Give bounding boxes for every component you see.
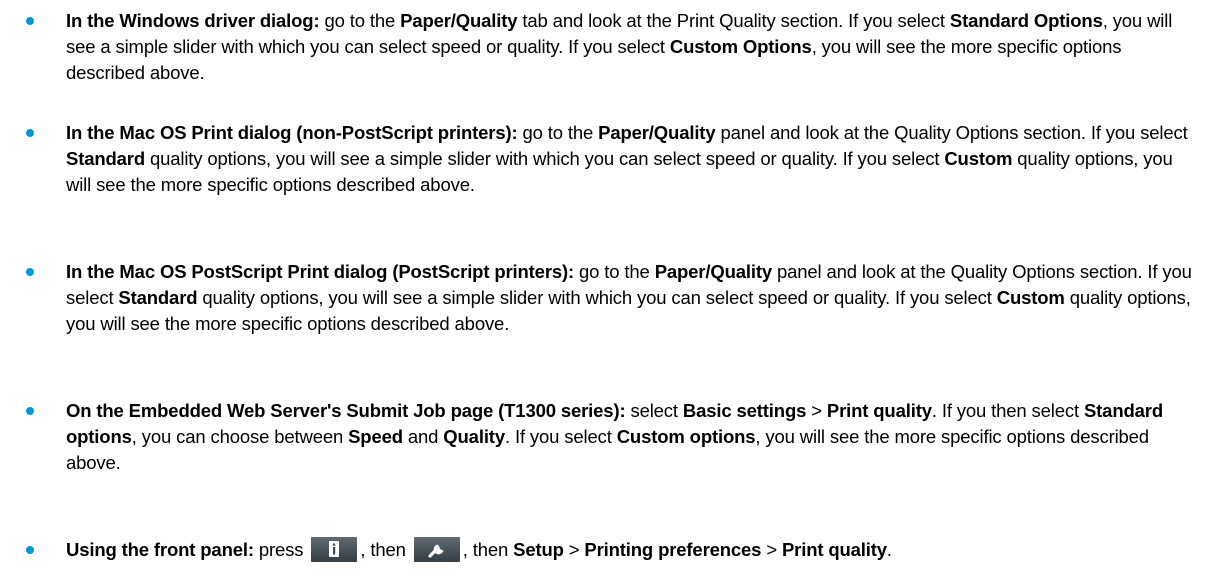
bold-term: Custom bbox=[996, 287, 1065, 308]
body-text: press bbox=[253, 539, 309, 560]
list-item-text: Using the front panel: press , then , th… bbox=[66, 537, 1196, 563]
bullet-dot bbox=[26, 268, 34, 276]
lead-label: In the Mac OS Print dialog (non-PostScri… bbox=[66, 122, 518, 143]
bold-term: Print quality bbox=[826, 400, 932, 421]
list-item-text: In the Mac OS Print dialog (non-PostScri… bbox=[66, 120, 1196, 198]
body-text: . If you select bbox=[504, 426, 617, 447]
body-text: . If you then select bbox=[931, 400, 1084, 421]
bold-term: Quality bbox=[443, 426, 505, 447]
bullet-dot bbox=[26, 407, 34, 415]
body-text: panel and look at the Quality Options se… bbox=[715, 122, 1188, 143]
body-text: quality options, you will see a simple s… bbox=[144, 148, 945, 169]
bold-term: Setup bbox=[513, 539, 564, 560]
bullet-dot bbox=[26, 546, 34, 554]
body-text: . bbox=[886, 539, 892, 560]
lead-label: On the Embedded Web Server's Submit Job … bbox=[66, 400, 626, 421]
bold-term: Print quality bbox=[781, 539, 887, 560]
document-page: In the Windows driver dialog: go to the … bbox=[0, 0, 1209, 588]
body-text: > bbox=[806, 400, 827, 421]
list-item-text: On the Embedded Web Server's Submit Job … bbox=[66, 398, 1196, 476]
body-text: go to the bbox=[319, 10, 401, 31]
list-item-text: In the Windows driver dialog: go to the … bbox=[66, 8, 1196, 86]
body-text: > bbox=[563, 539, 585, 560]
bold-term: Custom options bbox=[616, 426, 756, 447]
bold-term: Speed bbox=[348, 426, 403, 447]
lead-label: In the Windows driver dialog: bbox=[66, 10, 320, 31]
bold-term: Custom bbox=[944, 148, 1013, 169]
bold-term: Paper/Quality bbox=[598, 122, 716, 143]
info-icon bbox=[311, 537, 358, 562]
bold-term: Basic settings bbox=[682, 400, 807, 421]
bold-term: Standard bbox=[66, 148, 145, 169]
body-text: , you can choose between bbox=[131, 426, 349, 447]
bold-term: Printing preferences bbox=[584, 539, 762, 560]
body-text: tab and look at the Print Quality sectio… bbox=[517, 10, 950, 31]
body-text: > bbox=[761, 539, 782, 560]
wrench-icon bbox=[413, 537, 460, 562]
body-text: and bbox=[402, 426, 444, 447]
body-text: go to the bbox=[517, 122, 599, 143]
bullet-dot bbox=[26, 129, 34, 137]
lead-label: In the Mac OS PostScript Print dialog (P… bbox=[66, 261, 575, 282]
body-text: quality options, you will see a simple s… bbox=[197, 287, 997, 308]
lead-label: Using the front panel: bbox=[66, 539, 254, 560]
body-text: go to the bbox=[574, 261, 655, 282]
bold-term: Standard Options bbox=[949, 10, 1103, 31]
bullet-dot bbox=[26, 17, 34, 25]
list-item-text: In the Mac OS PostScript Print dialog (P… bbox=[66, 259, 1196, 337]
body-text: , then bbox=[462, 539, 514, 560]
body-text: select bbox=[625, 400, 683, 421]
bold-term: Paper/Quality bbox=[654, 261, 773, 282]
body-text: , then bbox=[360, 539, 411, 560]
bold-term: Standard bbox=[118, 287, 198, 308]
bold-term: Custom Options bbox=[669, 36, 812, 57]
bold-term: Paper/Quality bbox=[400, 10, 518, 31]
